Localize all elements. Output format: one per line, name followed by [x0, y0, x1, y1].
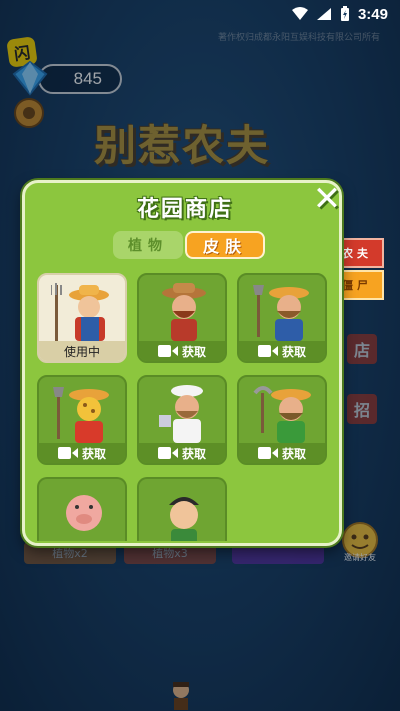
skin-card-status: 获取 — [239, 443, 325, 463]
skin-card-status: 获取 — [139, 341, 225, 361]
skin-card-pig[interactable] — [37, 477, 127, 541]
sickle-farmer-icon — [253, 386, 311, 443]
skin-card-boy[interactable] — [137, 477, 227, 541]
obtain-label: 获取 — [281, 344, 306, 359]
boy-icon — [169, 497, 199, 541]
skin-card-chef-farmer[interactable]: 获取 — [137, 375, 227, 465]
skin-card-bearded-farmer[interactable]: 获取 — [137, 273, 227, 363]
pig-icon — [66, 495, 102, 531]
skin-card-leopard-farmer[interactable]: 获取 — [37, 375, 127, 465]
wifi-icon — [291, 7, 308, 20]
battery-icon — [340, 6, 349, 21]
skin-card-sickle-farmer[interactable]: 获取 — [237, 375, 327, 465]
video-icon — [157, 447, 178, 459]
tab-plants[interactable]: 植物 — [113, 231, 183, 259]
status-time: 3:49 — [357, 5, 388, 23]
obtain-label: 获取 — [81, 446, 106, 461]
skin-card-status: 使用中 — [39, 341, 125, 361]
shovel-farmer-icon — [253, 285, 309, 341]
obtain-label: 获取 — [181, 446, 206, 461]
status-bar: 3:49 — [0, 0, 400, 28]
skin-card-shovel-farmer[interactable]: 获取 — [237, 273, 327, 363]
chef-farmer-icon — [159, 385, 203, 443]
video-icon — [157, 345, 178, 357]
bearded-farmer-icon — [162, 283, 206, 341]
skin-card-farmer-default[interactable]: 使用中 — [37, 273, 127, 363]
in-use-label: 使用中 — [63, 344, 100, 359]
tab-skins[interactable]: 皮肤 — [185, 231, 265, 259]
shop-title: 花园商店 — [136, 197, 233, 222]
video-icon — [57, 447, 78, 459]
signal-icon — [316, 8, 331, 20]
obtain-label: 获取 — [281, 446, 306, 461]
video-icon — [257, 447, 278, 459]
garden-shop-panel: 花园商店 ✕ 植物 皮肤 使用中 获取 获取 获取 获取 获取 — [22, 180, 342, 546]
skin-card-status: 获取 — [139, 443, 225, 463]
skin-card-status: 获取 — [239, 341, 325, 361]
leopard-farmer-icon — [53, 387, 109, 443]
close-button[interactable]: ✕ — [311, 182, 343, 216]
video-icon — [257, 345, 278, 357]
farmer-pitchfork-icon — [51, 283, 109, 341]
obtain-label: 获取 — [181, 344, 206, 359]
skin-card-status: 获取 — [39, 443, 125, 463]
